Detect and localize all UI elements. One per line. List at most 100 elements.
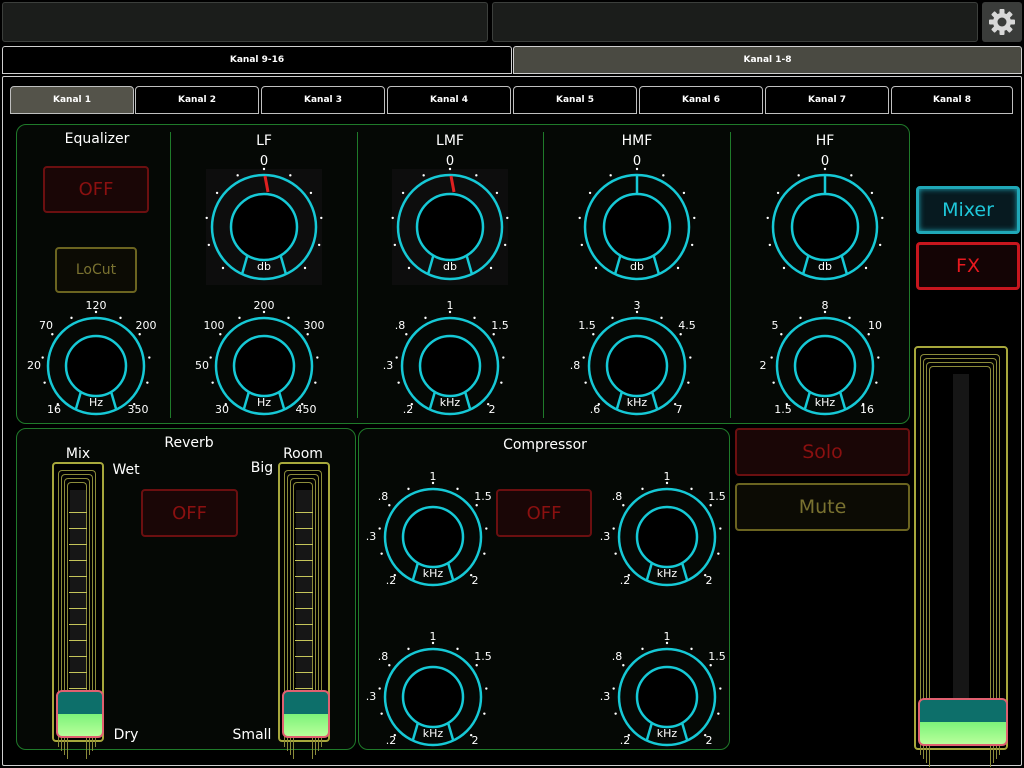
- tick-label: 50: [195, 359, 209, 372]
- tick-label: 1.5: [474, 490, 492, 503]
- tick-label: 2: [488, 403, 496, 416]
- knob-unit-label: db: [818, 259, 832, 273]
- tab-kanal-3[interactable]: Kanal 3: [261, 86, 385, 114]
- tick-label: 200: [253, 299, 275, 312]
- compressor-title: Compressor: [503, 437, 587, 453]
- tick-label: 120: [85, 299, 107, 312]
- band-name-hf: HF: [815, 133, 835, 149]
- divider: [357, 132, 358, 418]
- room-label: Room: [283, 446, 323, 462]
- band-name-lf: LF: [256, 133, 272, 149]
- knob-unit-label: Hz: [88, 396, 104, 410]
- tick-label: 30: [215, 403, 229, 416]
- tab-kanal-2[interactable]: Kanal 2: [135, 86, 259, 114]
- mix-label: Mix: [65, 446, 91, 462]
- tick-label: .2: [385, 734, 397, 747]
- tick-label: 1.5: [578, 319, 596, 332]
- locut-button[interactable]: LoCut: [55, 247, 137, 293]
- tick-label: .3: [365, 690, 377, 703]
- reverb-title: Reverb: [164, 435, 214, 451]
- tick-label: .2: [402, 403, 414, 416]
- tab-kanal-5[interactable]: Kanal 5: [513, 86, 637, 114]
- divider: [170, 132, 171, 418]
- tick-label: .6: [589, 403, 601, 416]
- tick-label: .8: [377, 490, 389, 503]
- tick-label: 1: [663, 630, 671, 643]
- tick-label: 350: [127, 403, 149, 416]
- tick-label: 16: [860, 403, 874, 416]
- room-fader[interactable]: [278, 462, 330, 759]
- tick-label: 1: [663, 470, 671, 483]
- tick-label: 2: [759, 359, 767, 372]
- divider: [730, 132, 731, 418]
- settings-button[interactable]: [982, 2, 1022, 42]
- tab-kanal-1-8[interactable]: Kanal 1-8: [513, 46, 1022, 74]
- big-label: Big: [250, 460, 274, 476]
- band-name-hmf: HMF: [621, 133, 653, 149]
- tick-label: 1.5: [474, 650, 492, 663]
- tick-label: 70: [39, 319, 53, 332]
- tick-label: 2: [471, 574, 479, 587]
- tick-label: 4.5: [678, 319, 696, 332]
- knob-unit-label: kHz: [814, 396, 836, 410]
- tick-label: 7: [675, 403, 683, 416]
- tick-label: 8: [821, 299, 829, 312]
- mixer-button[interactable]: Mixer: [916, 186, 1020, 234]
- tick-label: .2: [619, 574, 631, 587]
- tick-label: 1.5: [708, 490, 726, 503]
- tab-kanal-1[interactable]: Kanal 1: [10, 86, 134, 114]
- tick-label: 1: [429, 470, 437, 483]
- knob-unit-label: kHz: [422, 567, 444, 581]
- tick-label: 1.5: [708, 650, 726, 663]
- tick-label: .2: [385, 574, 397, 587]
- tick-label: .3: [599, 690, 611, 703]
- dry-label: Dry: [113, 727, 139, 743]
- band-name-lmf: LMF: [436, 133, 464, 149]
- tick-label: 1: [429, 630, 437, 643]
- equalizer-title: Equalizer: [64, 131, 130, 147]
- wet-label: Wet: [112, 462, 140, 478]
- fx-button[interactable]: FX: [916, 242, 1020, 290]
- solo-button[interactable]: Solo: [735, 428, 910, 476]
- tab-kanal-7[interactable]: Kanal 7: [765, 86, 889, 114]
- tab-kanal-6[interactable]: Kanal 6: [639, 86, 763, 114]
- tab-kanal-4[interactable]: Kanal 4: [387, 86, 511, 114]
- knob-unit-label: kHz: [439, 396, 461, 410]
- tick-label: .8: [394, 319, 406, 332]
- tick-label: 3: [633, 299, 641, 312]
- divider: [543, 132, 544, 418]
- gain-knob-lmf[interactable]: [378, 155, 522, 299]
- tick-label: 200: [135, 319, 157, 332]
- tick-label: 2: [705, 574, 713, 587]
- tick-label: .8: [569, 359, 581, 372]
- knob-unit-label: db: [443, 259, 457, 273]
- reverb-off-button[interactable]: OFF: [141, 489, 238, 537]
- tick-label: 300: [303, 319, 325, 332]
- tick-label: 2: [471, 734, 479, 747]
- tick-label: .3: [365, 530, 377, 543]
- tab-kanal-8[interactable]: Kanal 8: [891, 86, 1013, 114]
- knob-unit-label: db: [630, 259, 644, 273]
- gain-knob-lf[interactable]: [192, 155, 336, 299]
- eq-off-button[interactable]: OFF: [43, 166, 149, 213]
- gain-knob-hf[interactable]: [753, 155, 897, 299]
- tick-label: .8: [611, 650, 623, 663]
- tick-label: .3: [382, 359, 394, 372]
- knob-unit-label: db: [257, 259, 271, 273]
- top-display-left: [2, 2, 488, 42]
- tick-label: .2: [619, 734, 631, 747]
- gain-knob-hmf[interactable]: [565, 155, 709, 299]
- tick-label: 100: [203, 319, 225, 332]
- knob-unit-label: kHz: [422, 727, 444, 741]
- tab-kanal-9-16[interactable]: Kanal 9-16: [2, 46, 512, 74]
- knob-unit-label: Hz: [256, 396, 272, 410]
- tick-label: .8: [611, 490, 623, 503]
- tick-label: 10: [868, 319, 882, 332]
- mute-button[interactable]: Mute: [735, 483, 910, 531]
- channel-volume-fader[interactable]: [914, 346, 1008, 767]
- tick-label: 16: [47, 403, 61, 416]
- tick-label: 1.5: [491, 319, 509, 332]
- compressor-off-button[interactable]: OFF: [496, 489, 592, 537]
- mix-fader[interactable]: [52, 462, 104, 759]
- gear-icon: [989, 9, 1015, 35]
